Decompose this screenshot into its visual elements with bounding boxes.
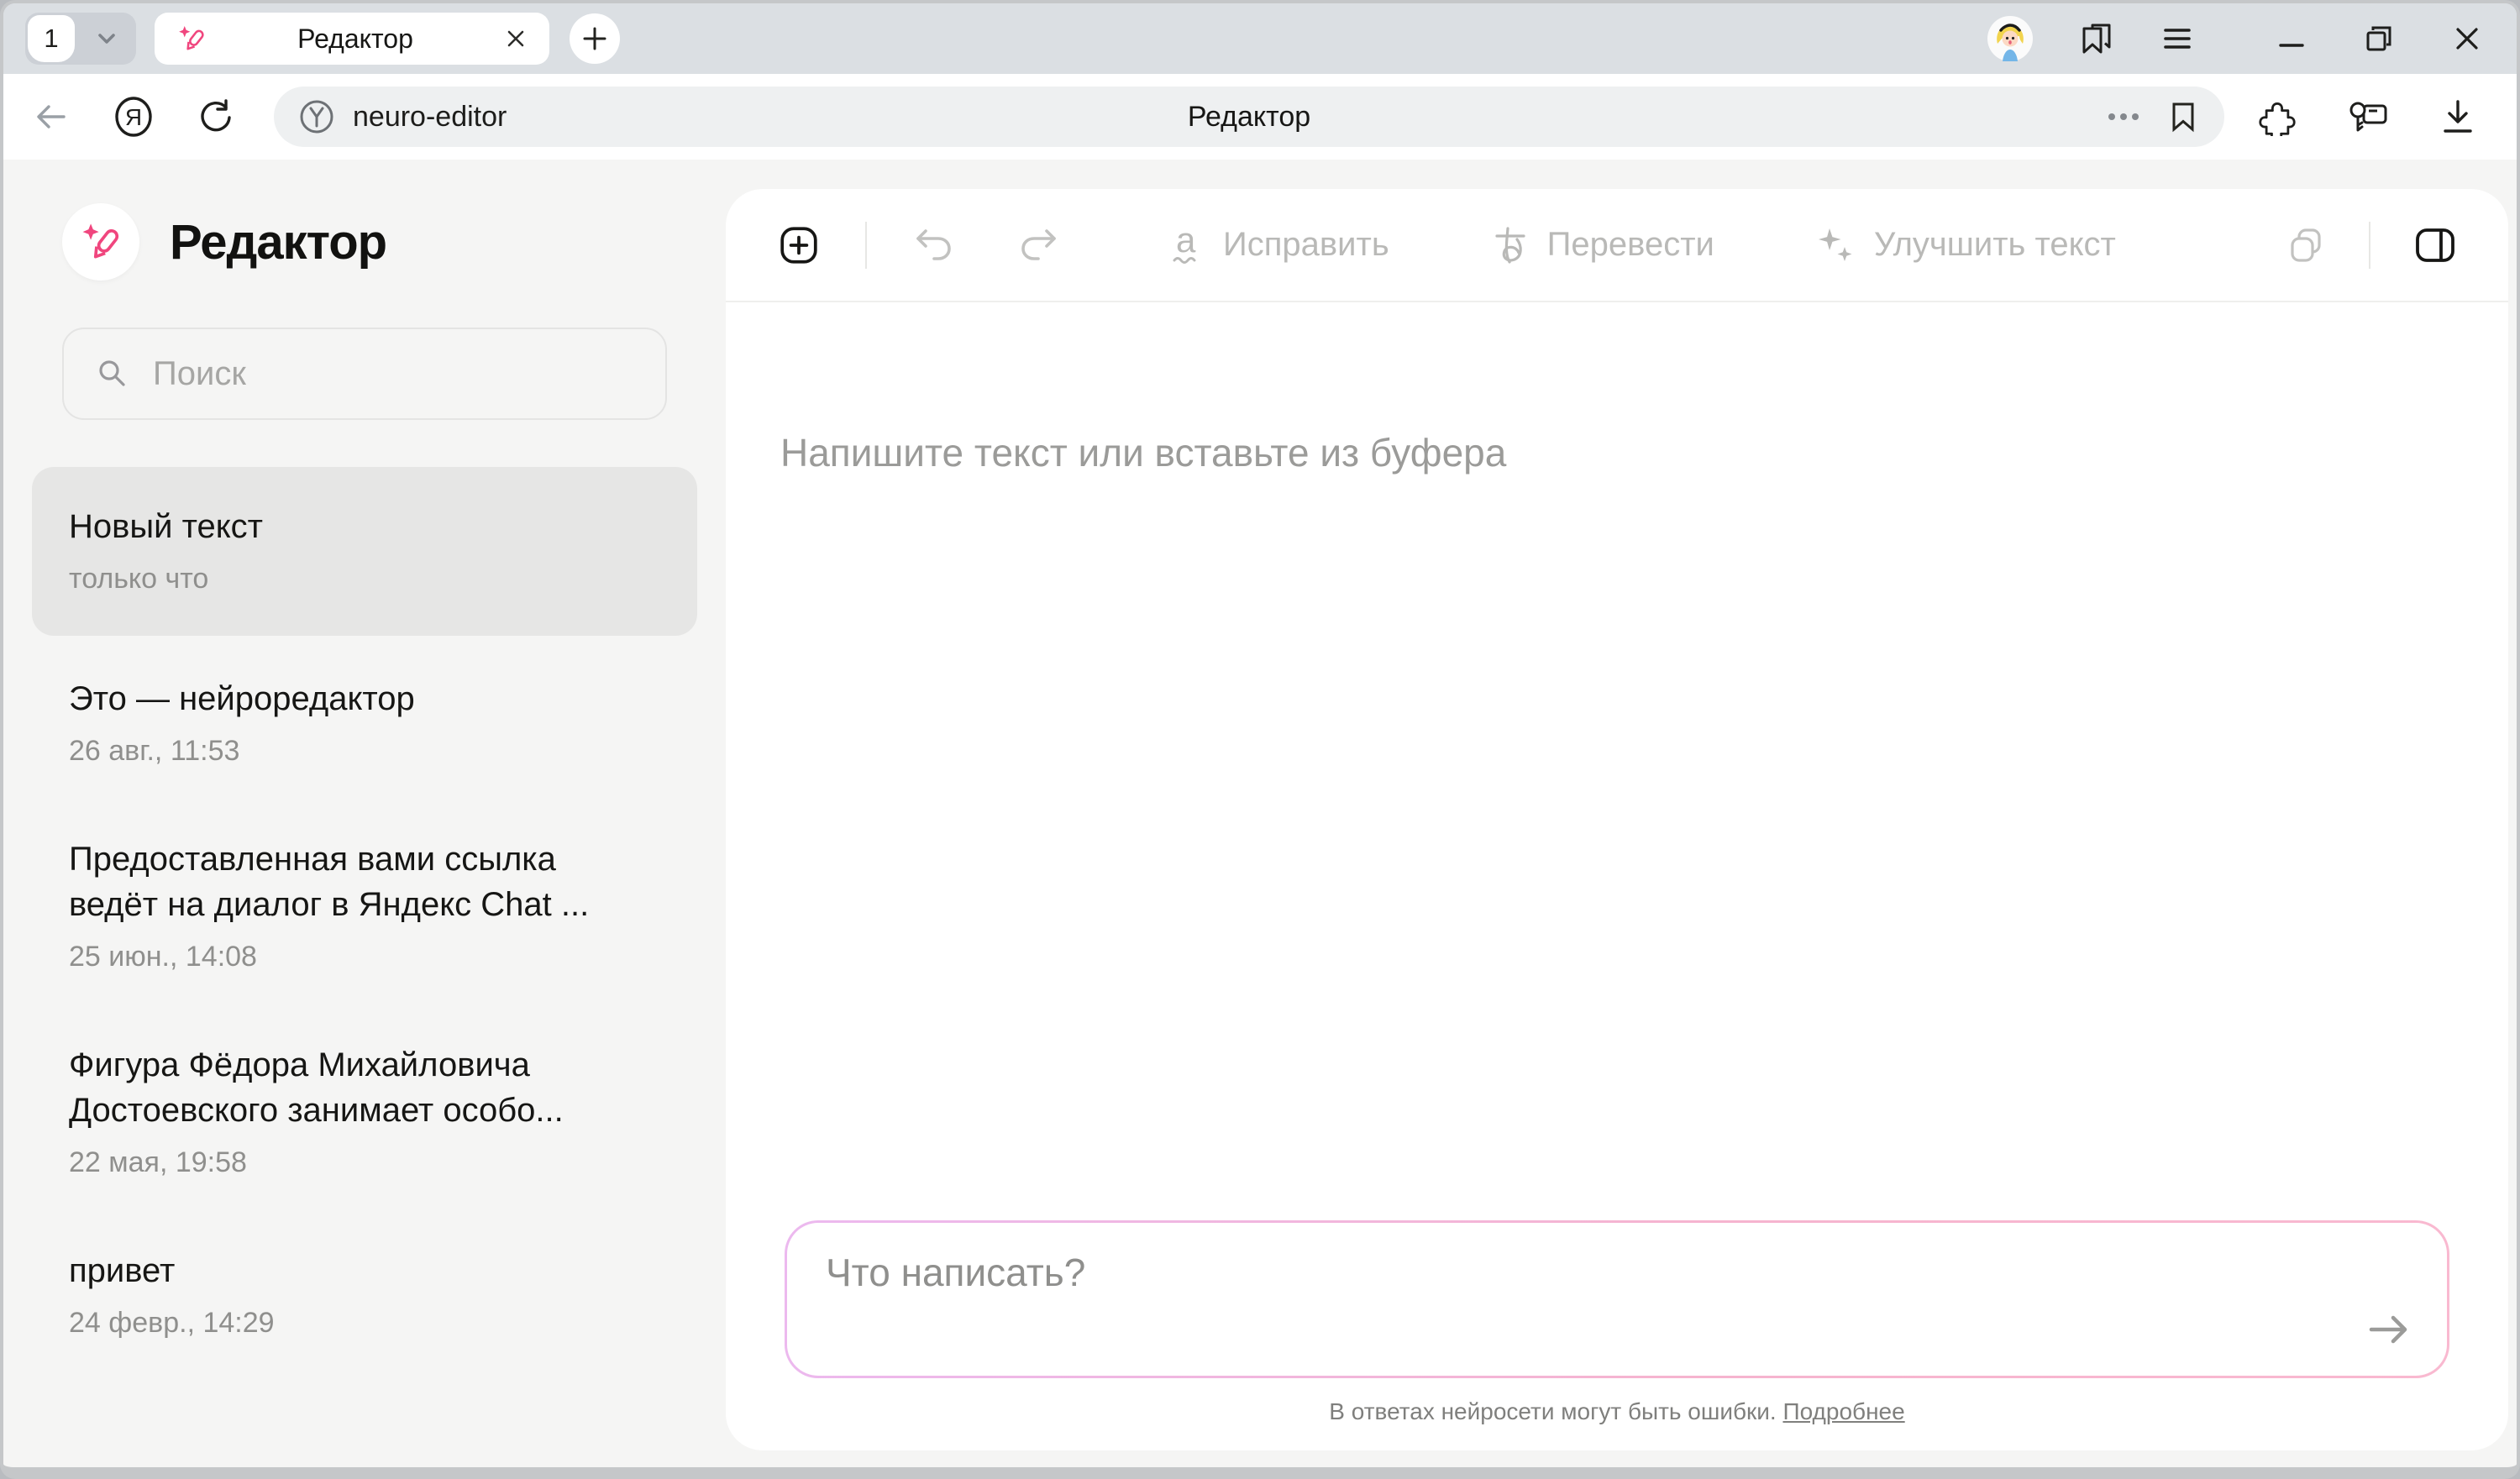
url-text[interactable]: neuro-editor — [353, 101, 507, 134]
passwords-icon[interactable] — [2347, 97, 2389, 136]
chevron-down-icon[interactable] — [77, 24, 136, 53]
tab-favicon-magic-pencil-icon — [176, 24, 207, 54]
svg-text:Я: Я — [125, 104, 142, 130]
prompt-section: В ответах нейросети могут быть ошибки. П… — [726, 1220, 2508, 1450]
extensions-icon[interactable] — [2258, 97, 2297, 136]
document-list: Новый текст только что Это — нейроредакт… — [32, 467, 697, 1368]
document-item[interactable]: Это — нейроредактор 26 авг., 11:53 — [32, 648, 697, 796]
window-close-icon[interactable] — [2453, 24, 2481, 53]
document-item[interactable]: привет 24 февр., 14:29 — [32, 1219, 697, 1368]
disclaimer: В ответах нейросети могут быть ошибки. П… — [785, 1398, 2449, 1425]
search-icon — [96, 357, 129, 391]
downloads-icon[interactable] — [2439, 97, 2476, 136]
tab-group-control[interactable]: 1 — [25, 13, 136, 65]
search-input[interactable] — [151, 354, 633, 394]
back-icon[interactable] — [32, 97, 71, 136]
toggle-side-panel-icon[interactable] — [2414, 227, 2456, 264]
translate-label: Перевести — [1547, 226, 1714, 264]
document-meta: 24 февр., 14:29 — [69, 1307, 660, 1340]
profile-avatar[interactable] — [1987, 16, 2033, 61]
redo-icon[interactable] — [1018, 227, 1058, 264]
bookmark-icon[interactable] — [2167, 100, 2199, 134]
send-icon[interactable] — [2365, 1309, 2413, 1351]
undo-icon[interactable] — [914, 227, 954, 264]
page-title: Редактор — [1188, 101, 1310, 134]
address-bar: Я neuro-editor Редактор — [3, 74, 2517, 160]
magic-pencil-icon — [79, 220, 123, 264]
search-box[interactable] — [62, 328, 667, 420]
site-favicon-icon — [299, 99, 334, 134]
menu-icon[interactable] — [2160, 22, 2194, 55]
browser-tab[interactable]: Редактор — [155, 13, 549, 65]
fix-text-button[interactable]: a Исправить — [1168, 223, 1389, 267]
document-meta: 25 июн., 14:08 — [69, 941, 660, 973]
svg-text:a: a — [1176, 223, 1196, 260]
spellcheck-icon: a — [1168, 223, 1205, 267]
more-details-link[interactable]: Подробнее — [1782, 1398, 1904, 1424]
document-meta: только что — [69, 563, 660, 595]
copy-icon[interactable] — [2286, 226, 2325, 265]
web-page: Редактор Новый текст только что Это — не… — [3, 160, 2517, 1467]
document-title: Новый текст — [69, 504, 615, 549]
improve-text-button[interactable]: Улучшить текст — [1815, 225, 2116, 265]
sparkles-icon — [1815, 225, 1856, 265]
tab-close-icon[interactable] — [504, 27, 528, 50]
prompt-box[interactable] — [785, 1220, 2449, 1378]
document-meta: 26 авг., 11:53 — [69, 735, 660, 768]
editor-area[interactable]: Напишите текст или вставьте из буфера — [726, 302, 2508, 1220]
window-restore-icon[interactable] — [2364, 24, 2394, 54]
reload-icon[interactable] — [197, 97, 235, 136]
app-title: Редактор — [170, 214, 386, 270]
window-minimize-icon[interactable] — [2278, 25, 2305, 52]
disclaimer-text: В ответах нейросети могут быть ошибки. — [1329, 1398, 1776, 1424]
improve-text-label: Улучшить текст — [1874, 226, 2116, 264]
document-title: привет — [69, 1248, 615, 1293]
prompt-input[interactable] — [787, 1223, 2447, 1376]
sidebar: Редактор Новый текст только что Это — не… — [3, 160, 726, 1467]
document-item[interactable]: Предоставленная вами ссылка ведёт на диа… — [32, 808, 697, 1002]
translate-button[interactable]: Перевести — [1490, 225, 1714, 265]
editor-placeholder: Напишите текст или вставьте из буфера — [780, 430, 2454, 475]
document-title: Фигура Фёдора Михайловича Достоевского з… — [69, 1042, 615, 1133]
tab-counter[interactable]: 1 — [28, 15, 75, 62]
document-item[interactable]: Новый текст только что — [32, 467, 697, 636]
document-item[interactable]: Фигура Фёдора Михайловича Достоевского з… — [32, 1014, 697, 1208]
editor-toolbar: a Исправить Перевести — [726, 189, 2508, 302]
translate-icon — [1490, 225, 1529, 265]
document-title: Предоставленная вами ссылка ведёт на диа… — [69, 837, 615, 927]
yandex-home-icon[interactable]: Я — [113, 96, 155, 138]
document-meta: 22 мая, 19:58 — [69, 1146, 660, 1179]
omnibox[interactable]: neuro-editor Редактор — [274, 87, 2224, 147]
document-title: Это — нейроредактор — [69, 676, 615, 721]
new-tab-button[interactable] — [570, 13, 620, 64]
tab-title: Редактор — [207, 24, 504, 55]
bookmarks-panel-icon[interactable] — [2078, 20, 2115, 57]
editor-panel: a Исправить Перевести — [726, 189, 2508, 1450]
app-logo — [62, 203, 139, 281]
add-document-icon[interactable] — [778, 224, 820, 266]
tab-strip: 1 Редактор — [3, 3, 2517, 74]
fix-text-label: Исправить — [1223, 226, 1389, 264]
more-actions-icon[interactable] — [2107, 112, 2140, 122]
browser-window: 1 Редактор — [0, 0, 2520, 1479]
